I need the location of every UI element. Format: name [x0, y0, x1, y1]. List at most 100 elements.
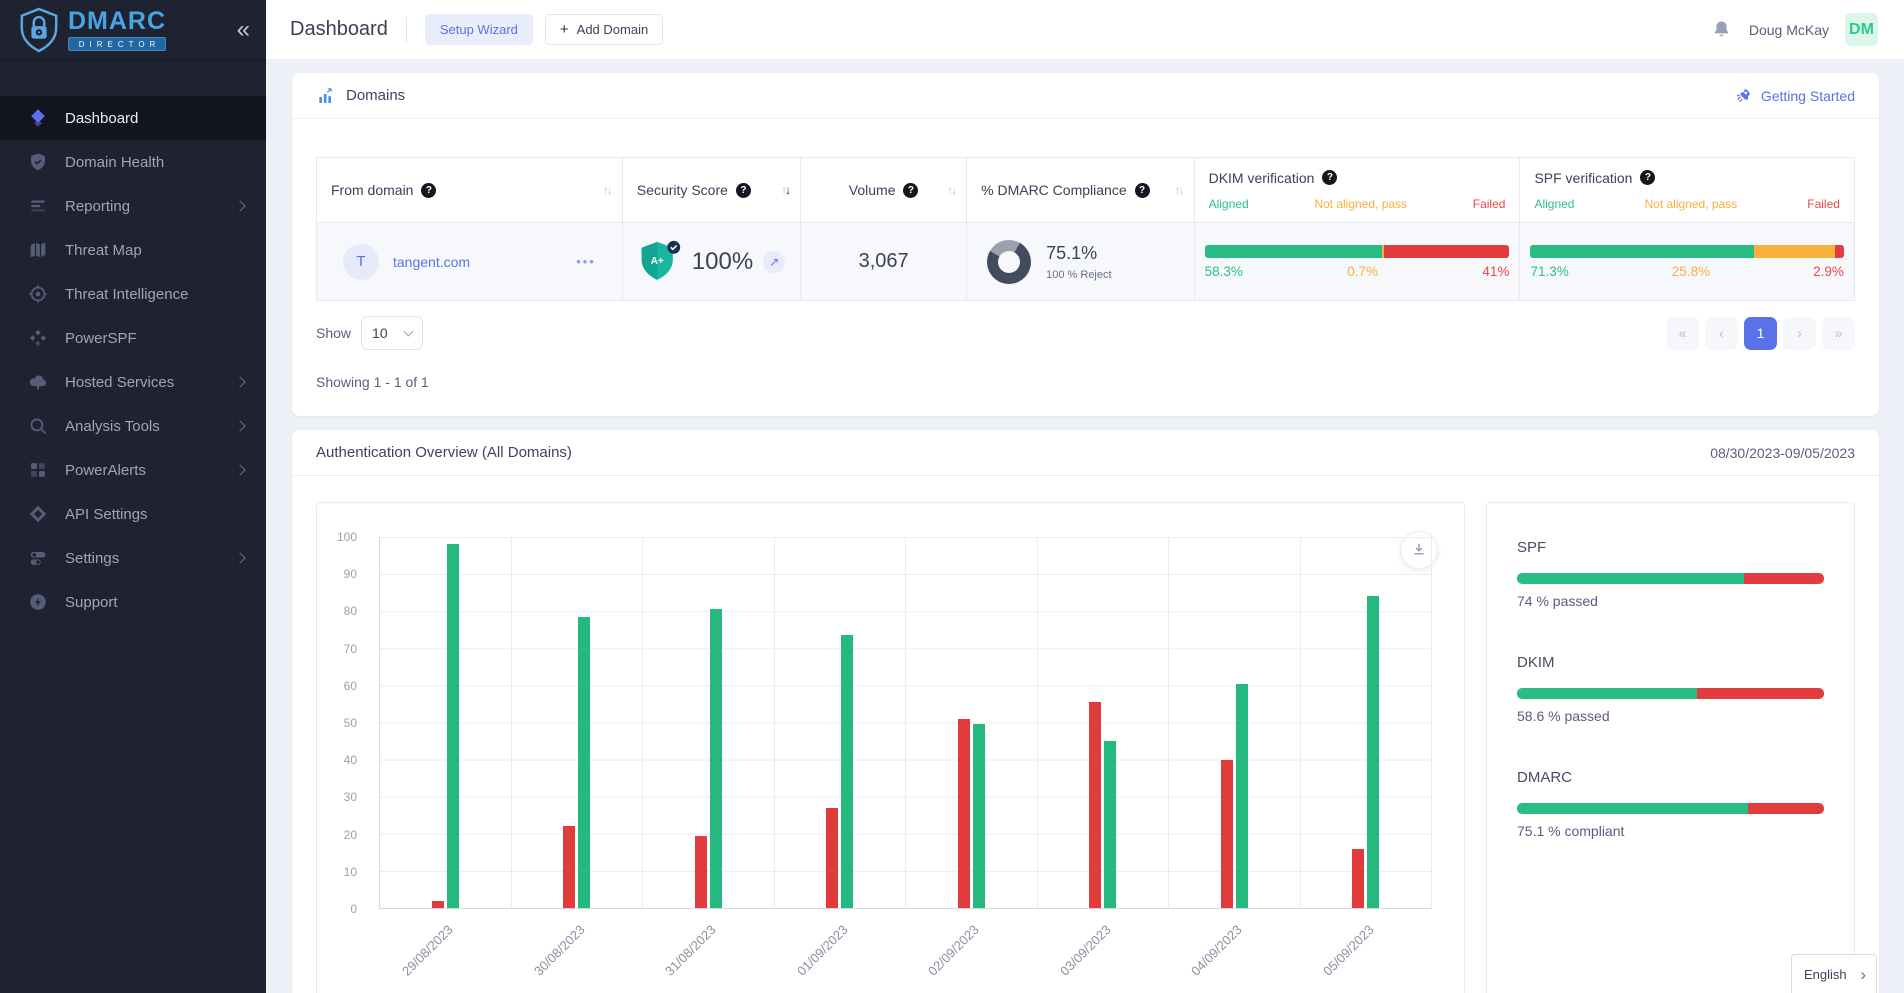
x-axis-label: 05/09/2023: [1320, 922, 1377, 979]
pagination-prev-button[interactable]: ‹: [1705, 317, 1738, 350]
domain-link[interactable]: tangent.com: [393, 254, 470, 270]
sidebar-item-analysis-tools[interactable]: Analysis Tools: [0, 404, 266, 448]
subcolumn-label-failed: Failed: [1807, 197, 1840, 211]
sidebar-item-label: PowerAlerts: [65, 462, 146, 479]
subcolumn-label-aligned: Aligned: [1534, 197, 1574, 211]
sidebar-item-api-settings[interactable]: API Settings: [0, 492, 266, 536]
compliance-percent: 75.1%: [1046, 243, 1111, 264]
chart-bar-red: [958, 719, 970, 908]
help-icon: ?: [1322, 170, 1337, 185]
main-area: Dashboard Setup Wizard + Add Domain Doug…: [266, 0, 1904, 993]
notifications-bell-icon[interactable]: [1710, 18, 1733, 41]
user-name[interactable]: Doug McKay: [1749, 22, 1829, 38]
sidebar-item-settings[interactable]: Settings: [0, 536, 266, 580]
auth-overview-title: Authentication Overview (All Domains): [316, 444, 572, 461]
pagination-last-button[interactable]: »: [1822, 317, 1855, 350]
help-icon: ?: [1135, 183, 1150, 198]
auth-stat-spf: SPF74 % passed: [1517, 539, 1824, 609]
bar-segment-failed: [1748, 803, 1824, 814]
x-axis-label: 02/09/2023: [925, 922, 982, 979]
security-score-value: 100%: [692, 248, 753, 276]
column-label: Security Score: [637, 182, 728, 198]
x-axis-label: 30/08/2023: [531, 922, 588, 979]
help-icon: ?: [421, 183, 436, 198]
sidebar-item-label: API Settings: [65, 506, 148, 523]
bar-percent-label: 71.3%: [1530, 264, 1568, 279]
sidebar-collapse-icon[interactable]: «: [237, 18, 250, 42]
sidebar-item-domain-health[interactable]: Domain Health: [0, 140, 266, 184]
sort-icon[interactable]: ↑↓: [947, 183, 955, 197]
add-domain-button[interactable]: + Add Domain: [545, 14, 663, 45]
auth-stat-label: SPF: [1517, 539, 1824, 556]
page-size-value: 10: [372, 325, 388, 341]
domain-avatar: T: [343, 244, 379, 280]
sidebar-item-support[interactable]: Support: [0, 580, 266, 624]
sidebar-item-label: PowerSPF: [65, 330, 137, 347]
auth-stat-dmarc: DMARC75.1 % compliant: [1517, 769, 1824, 839]
column-header-volume[interactable]: Volume?↑↓: [801, 158, 967, 222]
user-avatar[interactable]: DM: [1845, 13, 1878, 46]
sidebar-item-threat-map[interactable]: Threat Map: [0, 228, 266, 272]
rocket-icon: [1734, 86, 1753, 105]
domains-card-header: Domains Getting Started: [292, 73, 1879, 119]
subcolumn-label-failed: Failed: [1473, 197, 1506, 211]
setup-wizard-button[interactable]: Setup Wizard: [425, 14, 533, 45]
sidebar-item-reporting[interactable]: Reporting: [0, 184, 266, 228]
y-axis-tick-label: 80: [344, 604, 357, 618]
auth-stat-bar: [1517, 688, 1824, 699]
subcolumn-label-not-aligned-pass: Not aligned, pass: [1645, 197, 1738, 211]
brand-title: DMARC: [68, 9, 166, 34]
chart-bar-green: [710, 609, 722, 908]
sidebar-item-dashboard[interactable]: Dashboard: [0, 96, 266, 140]
c4-cell: 58.3%0.7%41%: [1195, 222, 1521, 300]
map-icon: [27, 239, 49, 261]
diamond-cluster-icon: [27, 327, 49, 349]
compliance-note: 100 % Reject: [1046, 269, 1111, 281]
sidebar-item-threat-intelligence[interactable]: Threat Intelligence: [0, 272, 266, 316]
diamond-icon: [27, 107, 49, 129]
chart-bar-green: [1367, 596, 1379, 908]
pagination-page-button[interactable]: 1: [1744, 317, 1777, 350]
magnifier-icon: [27, 415, 49, 437]
sort-icon[interactable]: ↑↓: [781, 183, 789, 197]
plus-icon: +: [560, 22, 569, 37]
row-menu-dots-icon[interactable]: •••: [576, 254, 596, 269]
column-header-from-domain[interactable]: From domain?↑↓: [317, 158, 623, 222]
date-range[interactable]: 08/30/2023-09/05/2023: [1710, 445, 1855, 461]
pagination-next-button[interactable]: ›: [1783, 317, 1816, 350]
sidebar-menu: DashboardDomain HealthReportingThreat Ma…: [0, 96, 266, 624]
sort-icon[interactable]: ↑↓: [603, 183, 611, 197]
column-header-spf-verification[interactable]: SPF verification?AlignedNot aligned, pas…: [1520, 158, 1854, 222]
sidebar-item-label: Hosted Services: [65, 374, 174, 391]
topbar: Dashboard Setup Wizard + Add Domain Doug…: [266, 0, 1904, 60]
sidebar-item-poweralerts[interactable]: PowerAlerts: [0, 448, 266, 492]
auth-stat-caption: 75.1 % compliant: [1517, 823, 1824, 839]
brand-text: DMARC DIRECTOR: [68, 9, 166, 51]
chevron-right-icon: [234, 200, 245, 211]
chart-category: 02/09/2023: [906, 537, 1038, 908]
compliance-donut-chart: [987, 240, 1031, 284]
sidebar-item-powerspf[interactable]: PowerSPF: [0, 316, 266, 360]
chart-category: 01/09/2023: [775, 537, 907, 908]
column-header-dkim-verification[interactable]: DKIM verification?AlignedNot aligned, pa…: [1195, 158, 1521, 222]
bar-segment-failed: [1384, 245, 1509, 258]
column-header-security-score[interactable]: Security Score?↑↓: [623, 158, 801, 222]
chart-bar-red: [1089, 702, 1101, 908]
chart-bar-green: [973, 724, 985, 908]
y-axis-tick-label: 50: [344, 716, 357, 730]
y-axis-tick-label: 0: [350, 902, 357, 916]
getting-started-link[interactable]: Getting Started: [1761, 88, 1855, 104]
page-size-select[interactable]: 10: [361, 316, 423, 350]
sidebar-item-hosted-services[interactable]: Hosted Services: [0, 360, 266, 404]
toggles-icon: [27, 547, 49, 569]
pagination-first-button[interactable]: «: [1666, 317, 1699, 350]
subcolumn-label-aligned: Aligned: [1209, 197, 1249, 211]
sort-icon[interactable]: ↑↓: [1175, 183, 1183, 197]
open-score-link-icon[interactable]: ↗: [763, 251, 785, 273]
auth-stat-label: DKIM: [1517, 654, 1824, 671]
language-selector[interactable]: English ›: [1791, 954, 1877, 993]
bolt-circle-icon: [27, 591, 49, 613]
brand-logo: DMARC DIRECTOR «: [0, 0, 266, 60]
auth-chart-panel: 0102030405060708090100 29/08/202330/08/2…: [316, 502, 1465, 993]
column-header-dmarc-compliance[interactable]: % DMARC Compliance?↑↓: [967, 158, 1194, 222]
